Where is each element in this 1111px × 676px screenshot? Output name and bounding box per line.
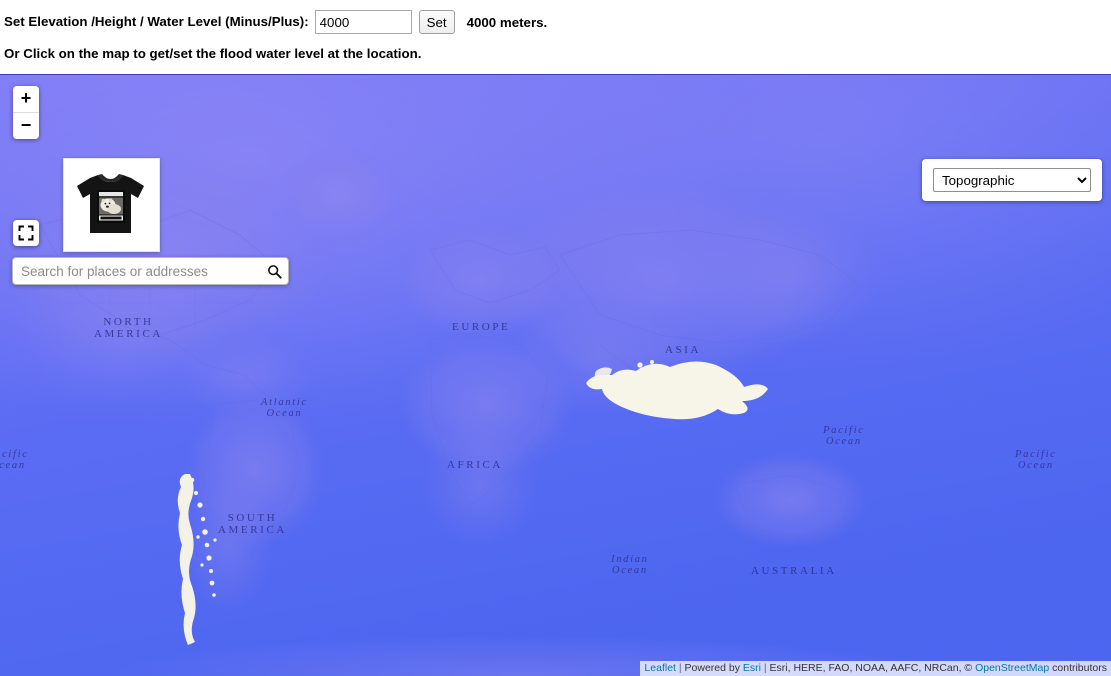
search-submit-button[interactable]	[260, 259, 288, 283]
basemap-select[interactable]: Topographic	[933, 168, 1091, 192]
attrib-providers: Esri, HERE, FAO, NOAA, AAFC, NRCan, ©	[769, 662, 976, 674]
openstreetmap-link[interactable]: OpenStreetMap	[975, 662, 1049, 674]
header-panel: Set Elevation /Height / Water Level (Min…	[0, 0, 1111, 74]
meters-readout: 4000 meters.	[466, 14, 548, 30]
flood-map-page: Set Elevation /Height / Water Level (Min…	[0, 0, 1111, 676]
set-button[interactable]: Set	[418, 10, 455, 34]
attrib-separator-2: |	[760, 662, 770, 674]
esri-link[interactable]: Esri	[743, 662, 761, 674]
leaflet-map[interactable]: NORTH AMERICA EUROPE ASIA AFRICA SOUTH AMERICA…	[0, 74, 1111, 676]
attrib-contributors: contributors	[1049, 662, 1107, 674]
attrib-separator-1: |	[675, 662, 685, 674]
search-input[interactable]	[13, 260, 260, 282]
map-click-hint: Or Click on the map to get/set the flood…	[4, 46, 422, 61]
elevation-input[interactable]	[314, 10, 412, 34]
elevation-label: Set Elevation /Height / Water Level (Min…	[4, 14, 309, 29]
map-attribution: Leaflet | Powered by Esri | Esri, HERE, …	[640, 661, 1111, 676]
geocoder-search-box[interactable]	[12, 257, 289, 285]
search-icon	[267, 264, 282, 279]
attrib-powered-by: Powered by	[684, 662, 743, 674]
zoom-out-button[interactable]: −	[13, 112, 39, 139]
leaflet-link[interactable]: Leaflet	[644, 662, 676, 674]
zoom-in-button[interactable]: +	[13, 86, 39, 112]
basemap-selector-panel: Topographic	[922, 159, 1102, 201]
polar-bear-tshirt-icon	[64, 159, 157, 249]
elevation-control-row: Set Elevation /Height / Water Level (Min…	[4, 8, 547, 36]
zoom-control: + −	[13, 86, 39, 139]
fullscreen-button[interactable]	[13, 220, 39, 246]
fullscreen-icon	[18, 225, 34, 241]
advertisement-thumbnail[interactable]	[63, 158, 160, 252]
